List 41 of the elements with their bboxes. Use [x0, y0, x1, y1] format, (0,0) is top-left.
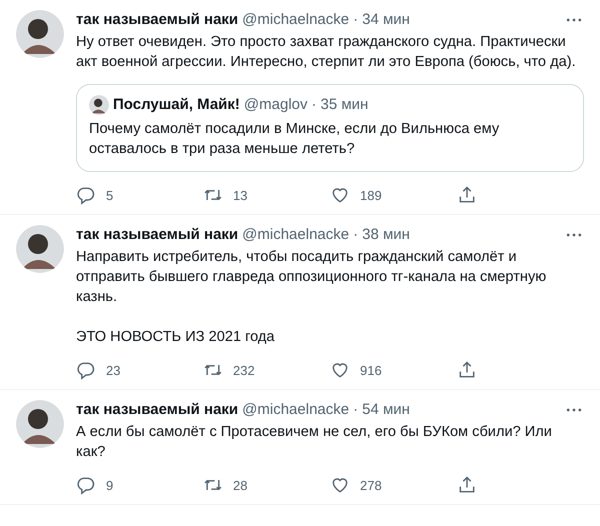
quoted-tweet-card[interactable]: Послушай, Майк! @maglov · 35 мин Почему самолёт посадили в Минске, если до Вильнюса ему оставалось в три раза меньше лететь? [76, 84, 584, 172]
reply-icon[interactable] [76, 475, 96, 495]
author-handle[interactable]: @michaelnacke [242, 10, 350, 30]
reply-count: 5 [106, 188, 114, 202]
tweet-text: Ну ответ очевиден. Это просто захват гражданского судна. Практически акт военной агрессии. Интересно, стерпит ли это Европа (боюсь, что да). [76, 33, 577, 72]
avatar-icon[interactable] [16, 225, 64, 273]
author-handle[interactable]: @michaelnacke [242, 400, 350, 420]
share-icon[interactable] [457, 185, 477, 205]
separator-dot: · [312, 95, 317, 115]
tweet-text: ЭТО НОВОСТЬ ИЗ 2021 года [76, 328, 276, 347]
retweet-count: 232 [233, 362, 255, 378]
share-icon[interactable] [457, 360, 477, 380]
tweet-text: Направить истребитель, чтобы посадить гражданский самолёт и отправить бывшего главреда оппозиционного тг-канала на смертную казнь. [76, 248, 548, 307]
like-count: 916 [360, 362, 382, 378]
reply-icon[interactable] [76, 360, 96, 380]
avatar-icon[interactable] [16, 400, 64, 448]
like-count: 189 [360, 188, 382, 202]
avatar-icon[interactable] [16, 10, 64, 58]
quoted-author-handle: @maglov [244, 95, 308, 115]
timestamp[interactable]: 34 мин [362, 10, 410, 30]
separator-dot: · [353, 225, 358, 245]
author-name[interactable]: так называемый наки [76, 400, 238, 420]
reply-count: 9 [106, 478, 114, 492]
quoted-tweet-text: Почему самолёт посадили в Минске, если до Вильнюса ему оставалось в три раза меньше лететь? [89, 120, 500, 159]
author-handle[interactable]: @michaelnacke [242, 225, 350, 245]
separator-dot: · [353, 10, 358, 30]
tweet-text: А если бы самолёт с Протасевичем не сел, его бы БУКом сбили? Или как? [76, 423, 553, 462]
timestamp[interactable]: 38 мин [362, 225, 410, 245]
reply-icon[interactable] [76, 185, 96, 205]
retweet-count: 28 [233, 478, 248, 492]
like-count: 278 [360, 478, 382, 492]
author-name[interactable]: так называемый наки [76, 225, 238, 245]
retweet-count: 13 [233, 188, 248, 202]
quoted-author-name: Послушай, Майк! [113, 95, 240, 115]
author-name[interactable]: так называемый наки [76, 10, 238, 30]
timestamp: 35 мин [320, 95, 368, 115]
separator-dot: · [353, 400, 358, 420]
timestamp[interactable]: 54 мин [362, 400, 410, 420]
reply-count: 23 [106, 362, 120, 378]
share-icon[interactable] [457, 475, 477, 495]
avatar-icon[interactable] [89, 95, 109, 115]
